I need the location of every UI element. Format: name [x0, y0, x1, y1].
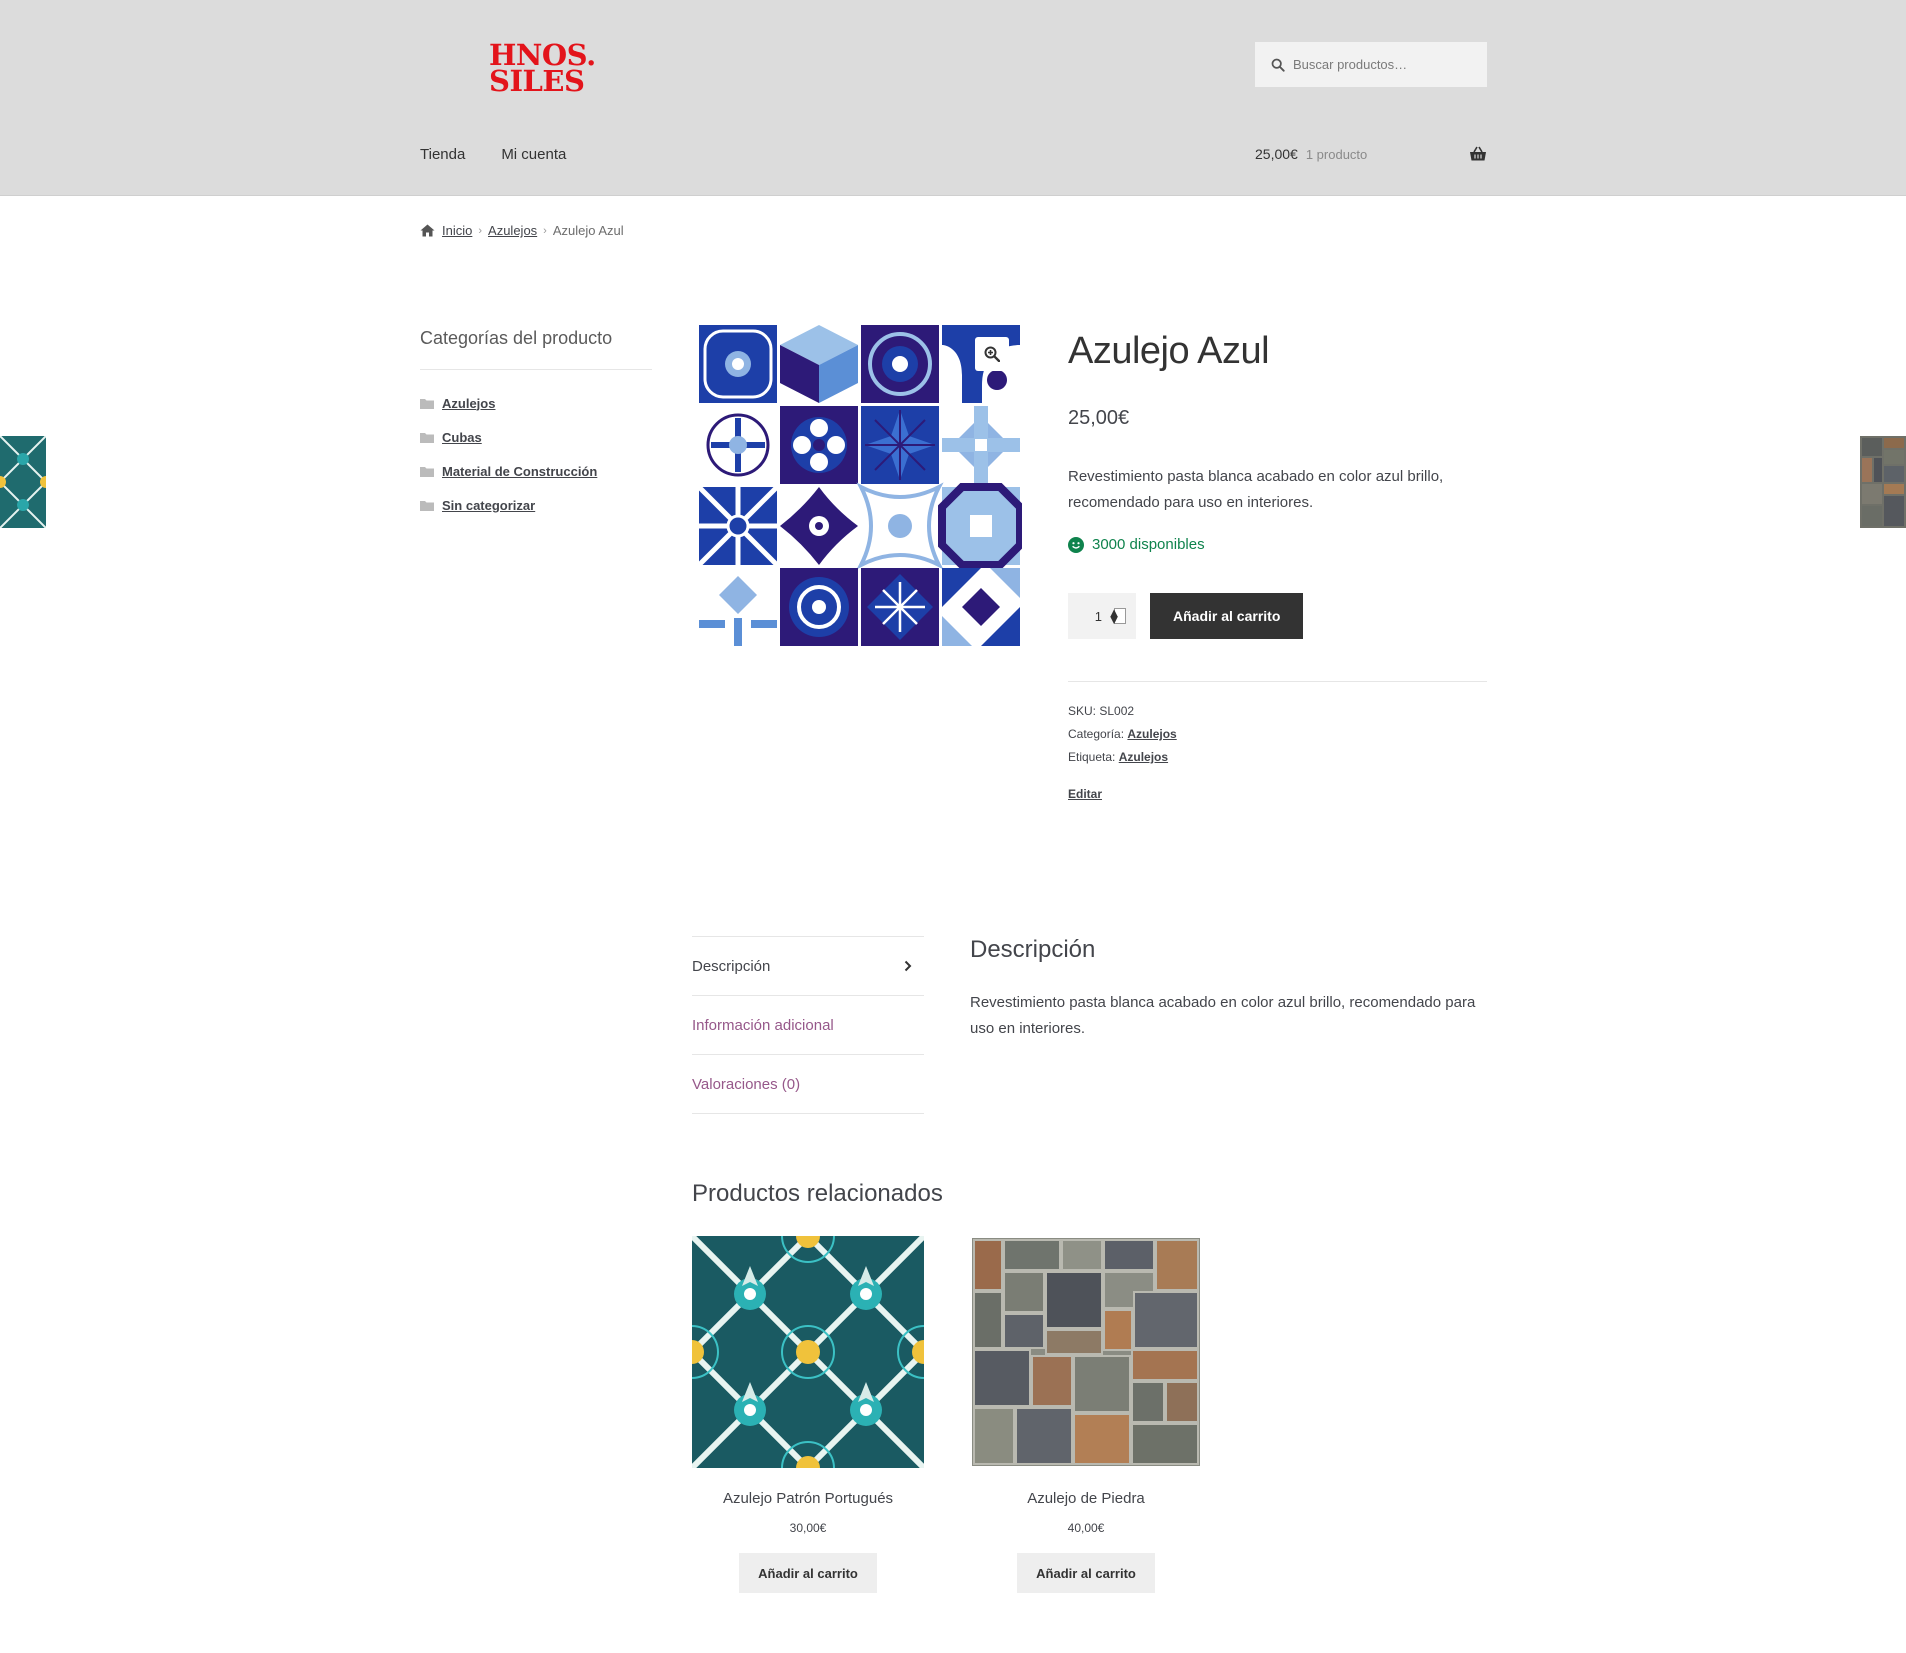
category-link[interactable]: Sin categorizar [442, 498, 535, 513]
tab-valoraciones[interactable]: Valoraciones (0) [692, 1055, 924, 1114]
sidebar-title: Categorías del producto [420, 328, 652, 370]
site-header: HNOS. SILES Tienda Mi cuenta 25,00€ 1 pr… [0, 0, 1906, 196]
category-item-sin-categorizar: Sin categorizar [420, 488, 652, 522]
nav-mi-cuenta[interactable]: Mi cuenta [501, 146, 566, 163]
category-row: Categoría: Azulejos [1068, 723, 1487, 746]
site-logo[interactable]: HNOS. SILES [489, 41, 596, 98]
home-icon [420, 224, 435, 237]
breadcrumb-category[interactable]: Azulejos [488, 223, 537, 238]
product-categories-widget: Categorías del producto Azulejos Cubas M… [420, 328, 652, 522]
category-item-azulejos: Azulejos [420, 386, 652, 420]
tab-informacion-adicional[interactable]: Información adicional [692, 996, 924, 1055]
basket-icon [1470, 146, 1486, 161]
quantity-spinner[interactable]: ▲ ▼ [1108, 606, 1126, 626]
chevron-down-icon[interactable]: ▼ [1108, 613, 1121, 626]
tab-panel-title: Descripción [970, 936, 1096, 963]
tab-label: Descripción [692, 957, 771, 975]
product-price: 25,00€ [1068, 407, 1130, 429]
product-main-image[interactable] [696, 322, 1024, 648]
tag-row: Etiqueta: Azulejos [1068, 746, 1487, 769]
sku-row: SKU: SL002 [1068, 700, 1487, 723]
product-short-description: Revestimiento pasta blanca acabado en co… [1068, 468, 1444, 511]
meta-tag-link[interactable]: Azulejos [1119, 750, 1168, 764]
search-icon [1271, 58, 1285, 72]
folder-icon [420, 398, 434, 409]
stock-status: 3000 disponibles [1068, 536, 1487, 553]
category-label: Categoría: [1068, 727, 1125, 741]
related-add-to-cart-button[interactable]: Añadir al carrito [739, 1553, 877, 1593]
breadcrumb-separator: › [543, 224, 547, 237]
related-products-title: Productos relacionados [692, 1180, 943, 1207]
sku-label: SKU: [1068, 704, 1097, 718]
folder-icon [420, 500, 434, 511]
logo-line-2: SILES [489, 64, 585, 98]
chevron-right-icon [904, 960, 912, 972]
stock-text: 3000 disponibles [1092, 536, 1205, 553]
tag-label: Etiqueta: [1068, 750, 1116, 764]
header-cart[interactable]: 25,00€ 1 producto [1255, 146, 1487, 162]
tab-panel-descripcion: Descripción Revestimiento pasta blanca a… [970, 936, 1487, 1042]
folder-icon [420, 466, 434, 477]
cart-amount: 25,00€ [1255, 146, 1298, 162]
quantity-value: 1 [1094, 608, 1102, 624]
related-add-to-cart-button[interactable]: Añadir al carrito [1017, 1553, 1155, 1593]
primary-navigation: Tienda Mi cuenta [420, 146, 566, 163]
product-title: Azulejo Azul [1068, 330, 1270, 372]
related-product-image[interactable] [665, 1209, 951, 1495]
cart-count: 1 producto [1305, 146, 1368, 162]
category-item-cubas: Cubas [420, 420, 652, 454]
breadcrumb-separator: › [478, 224, 483, 237]
category-link[interactable]: Azulejos [442, 396, 495, 411]
in-stock-icon [1068, 536, 1084, 553]
product-summary: Azulejo Azul 25,00€ Revestimiento pasta … [1068, 322, 1487, 806]
sku-value: SL002 [1099, 704, 1135, 718]
zoom-button[interactable] [975, 337, 1009, 371]
product-tabs: Descripción Información adicional Valora… [692, 936, 924, 1114]
category-link[interactable]: Cubas [442, 430, 482, 445]
breadcrumb: Inicio › Azulejos › Azulejo Azul [420, 223, 624, 238]
folder-icon [420, 432, 434, 443]
breadcrumb-home[interactable]: Inicio [442, 223, 472, 238]
product-search[interactable] [1255, 42, 1487, 87]
related-product-price: 30,00€ [789, 1521, 827, 1535]
related-product-1: Azulejo Patrón Portugués 30,00€ Añadir a… [665, 1209, 951, 1593]
tab-label: Información adicional [692, 1016, 834, 1034]
related-product-name[interactable]: Azulejo de Piedra [970, 1490, 1202, 1507]
nav-tienda[interactable]: Tienda [420, 146, 465, 163]
add-to-cart-button[interactable]: Añadir al carrito [1150, 593, 1304, 639]
product-meta: SKU: SL002 Categoría: Azulejos Etiqueta:… [1068, 681, 1487, 806]
related-product-price: 40,00€ [1067, 1521, 1105, 1535]
next-product-thumb[interactable] [1860, 436, 1906, 528]
related-product-2: Azulejo de Piedra 40,00€ Añadir al carri… [970, 1236, 1202, 1593]
related-product-image[interactable] [970, 1236, 1202, 1468]
zoom-icon [984, 346, 1000, 362]
tab-panel-text: Revestimiento pasta blanca acabado en co… [970, 994, 1476, 1037]
tab-label: Valoraciones (0) [692, 1075, 801, 1093]
tab-descripcion[interactable]: Descripción [692, 937, 924, 996]
related-product-name[interactable]: Azulejo Patrón Portugués [692, 1490, 924, 1507]
meta-category-link[interactable]: Azulejos [1127, 727, 1176, 741]
category-link[interactable]: Material de Construcción [442, 464, 597, 479]
edit-product-link[interactable]: Editar [1068, 783, 1487, 806]
search-input[interactable] [1293, 57, 1483, 72]
add-to-cart-form: 1 ▲ ▼ Añadir al carrito [1068, 593, 1487, 639]
breadcrumb-current: Azulejo Azul [552, 223, 624, 238]
previous-product-thumb[interactable] [0, 436, 46, 528]
category-item-material: Material de Construcción [420, 454, 652, 488]
quantity-stepper[interactable]: 1 ▲ ▼ [1068, 593, 1136, 639]
